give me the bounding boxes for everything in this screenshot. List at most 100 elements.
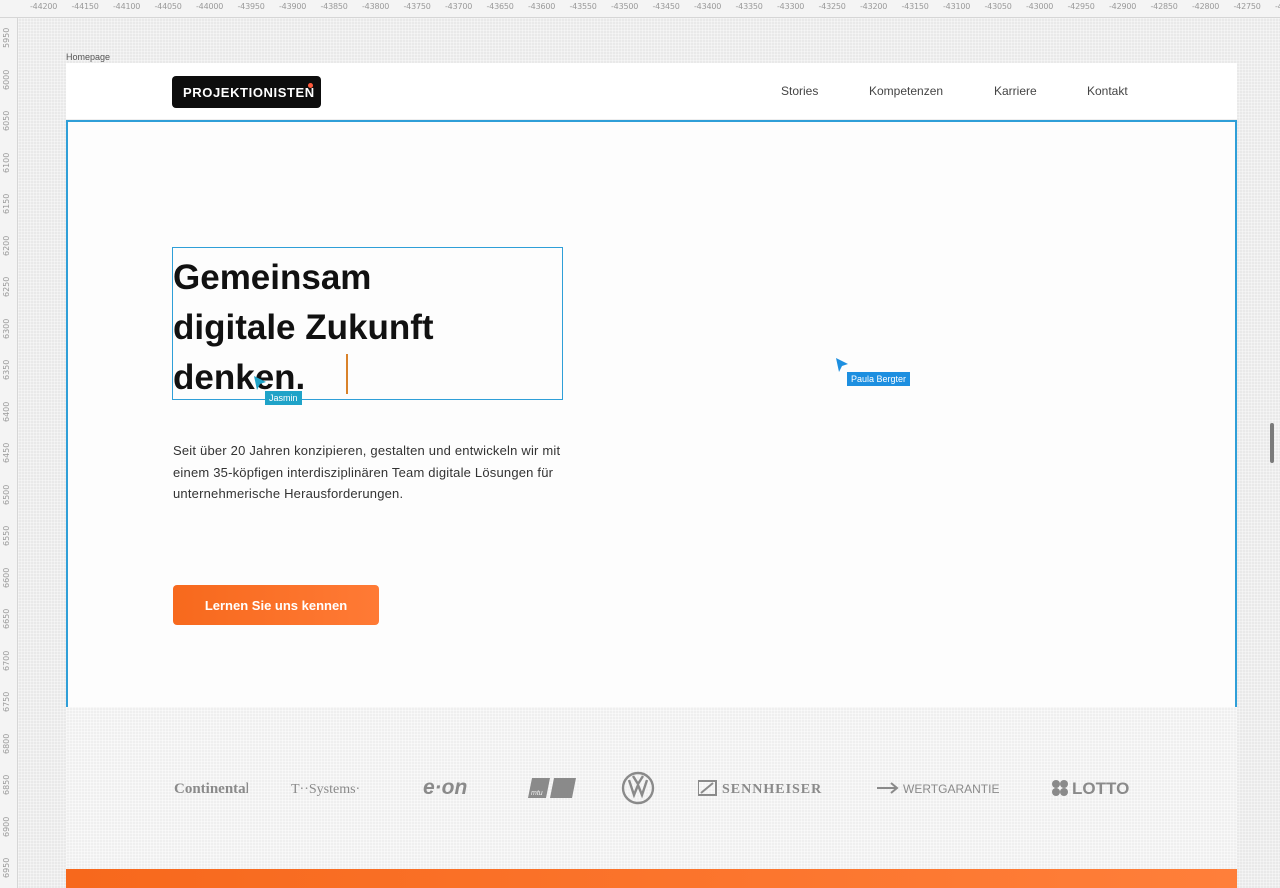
ruler-tick-label: 6450 (2, 442, 11, 463)
ruler-tick-label: 6850 (2, 774, 11, 795)
ruler-tick-label: -44000 (196, 2, 224, 11)
ruler-tick-label: 6750 (2, 691, 11, 712)
ruler-tick-label: -42750 (1233, 2, 1261, 11)
ruler-tick-label: 6350 (2, 359, 11, 380)
ruler-tick-label: -43050 (984, 2, 1012, 11)
left-ruler: 5950 6000 6050 6100 6150 6200 6250 6300 6350 6400… (0, 18, 18, 888)
ruler-tick-label: 6950 (2, 857, 11, 878)
wertgarantie-icon: WERTGARANTIE (877, 782, 999, 796)
vw-icon (621, 771, 655, 805)
ruler-tick-label: -43100 (943, 2, 971, 11)
ruler-tick-label: 6800 (2, 733, 11, 754)
ruler-tick-label: -43750 (403, 2, 431, 11)
ruler-tick-label: 6650 (2, 608, 11, 629)
ruler-tick-label: -44100 (113, 2, 141, 11)
logo-dot-icon (308, 83, 313, 88)
ruler-tick-label: -42850 (1150, 2, 1178, 11)
ruler-tick-label: -43900 (279, 2, 307, 11)
ruler-tick-label: -43450 (652, 2, 680, 11)
eon-icon: e·on (423, 777, 467, 799)
ruler-tick-label: 6200 (2, 235, 11, 256)
ruler-tick-label: -43350 (735, 2, 763, 11)
svg-text:mtu: mtu (531, 790, 543, 797)
ruler-tick-label: 6100 (2, 152, 11, 173)
headline-line-2: digitale Zukunft (173, 308, 434, 347)
ruler-tick-label: -43650 (486, 2, 514, 11)
svg-text:WERTGARANTIE: WERTGARANTIE (903, 782, 999, 796)
ruler-tick-label: -43600 (528, 2, 556, 11)
client-logo-eon: e·on (423, 771, 483, 805)
frame-label[interactable]: Homepage (66, 52, 110, 62)
logo-text: PROJEKTIONISTEN (183, 84, 315, 100)
collaborator-tag-jasmin: Jasmin (265, 391, 302, 405)
nav-link-stories[interactable]: Stories (781, 84, 818, 98)
ruler-tick-label: -42900 (1109, 2, 1137, 11)
svg-text:e·on: e·on (423, 777, 467, 799)
ruler-tick-label: -44150 (71, 2, 99, 11)
client-logo-mtu: mtu (528, 771, 576, 805)
cta-button[interactable]: Lernen Sie uns kennen (173, 585, 379, 625)
nav-link-kontakt[interactable]: Kontakt (1087, 84, 1128, 98)
lotto-icon: LOTTO (1052, 779, 1129, 798)
svg-text:SENNHEISER: SENNHEISER (722, 782, 822, 797)
ruler-tick-label: -43800 (362, 2, 390, 11)
navigation-bar: PROJEKTIONISTEN Stories Kompetenzen Karr… (66, 63, 1237, 120)
nav-link-karriere[interactable]: Karriere (994, 84, 1037, 98)
ruler-tick-label: -43000 (1026, 2, 1054, 11)
text-caret (346, 354, 348, 394)
collaborator-cursor-icon (836, 358, 848, 372)
ruler-tick-label: 6550 (2, 525, 11, 546)
ruler-tick-label: -42800 (1192, 2, 1220, 11)
mtu-icon: mtu (528, 778, 576, 798)
ruler-tick-label: 6700 (2, 650, 11, 671)
headline-line-3: denken. (173, 358, 306, 397)
ruler-tick-label: -43250 (818, 2, 846, 11)
ruler-tick-label: -43300 (777, 2, 805, 11)
ruler-tick-label: 6050 (2, 110, 11, 131)
footer-orange-strip (66, 869, 1237, 888)
hero-description[interactable]: Seit über 20 Jahren konzipieren, gestalt… (173, 440, 573, 505)
ruler-tick-label: -43400 (694, 2, 722, 11)
svg-text:LOTTO: LOTTO (1072, 779, 1129, 798)
ruler-tick-label: -43200 (860, 2, 888, 11)
homepage-artboard[interactable]: PROJEKTIONISTEN Stories Kompetenzen Karr… (66, 63, 1237, 888)
ruler-tick-label: 6500 (2, 484, 11, 505)
ruler-tick-label: -43550 (569, 2, 597, 11)
ruler-tick-label: 6000 (2, 69, 11, 90)
nav-link-kompetenzen[interactable]: Kompetenzen (869, 84, 943, 98)
ruler-tick-label: -43950 (237, 2, 265, 11)
ruler-tick-label: 6250 (2, 276, 11, 297)
client-logo-vw (621, 771, 655, 805)
ruler-tick-label: -42700 (1275, 2, 1280, 11)
svg-text:Continental: Continental (174, 781, 248, 797)
headline-line-1: Gemeinsam (173, 258, 372, 297)
sennheiser-icon: SENNHEISER (698, 780, 822, 797)
collaborator-tag-paula: Paula Bergter (847, 372, 911, 386)
continental-icon: Continental (174, 781, 248, 797)
ruler-tick-label: -43500 (611, 2, 639, 11)
ruler-tick-label: -43150 (901, 2, 929, 11)
ruler-tick-label: -43850 (320, 2, 348, 11)
ruler-tick-label: 6400 (2, 401, 11, 422)
collaborator-cursor-icon (254, 376, 266, 390)
client-logo-wertgarantie: WERTGARANTIE (877, 771, 1007, 805)
client-logo-continental: Continental (174, 771, 248, 805)
client-logo-tsystems: T··Systems· (291, 771, 381, 805)
ruler-tick-label: -44050 (154, 2, 182, 11)
brand-logo[interactable]: PROJEKTIONISTEN (172, 76, 321, 108)
ruler-tick-label: 6300 (2, 318, 11, 339)
ruler-tick-label: -44200 (30, 2, 58, 11)
ruler-tick-label: 5950 (2, 27, 11, 48)
svg-text:T··Systems·: T··Systems· (291, 782, 360, 797)
tsystems-icon: T··Systems· (291, 782, 360, 797)
ruler-tick-label: 6150 (2, 193, 11, 214)
top-ruler: -44200 -44150 -44100 -44050 -44000 -43950 -439… (0, 0, 1280, 18)
client-logo-lotto: LOTTO (1050, 771, 1132, 805)
canvas-scrollbar[interactable] (1270, 423, 1274, 463)
client-logo-sennheiser: SENNHEISER (698, 771, 838, 805)
ruler-tick-label: -42950 (1067, 2, 1095, 11)
ruler-tick-label: 6900 (2, 816, 11, 837)
ruler-tick-label: 6600 (2, 567, 11, 588)
ruler-tick-label: -43700 (445, 2, 473, 11)
hero-headline[interactable]: Gemeinsam digitale Zukunft denken. (173, 253, 553, 403)
